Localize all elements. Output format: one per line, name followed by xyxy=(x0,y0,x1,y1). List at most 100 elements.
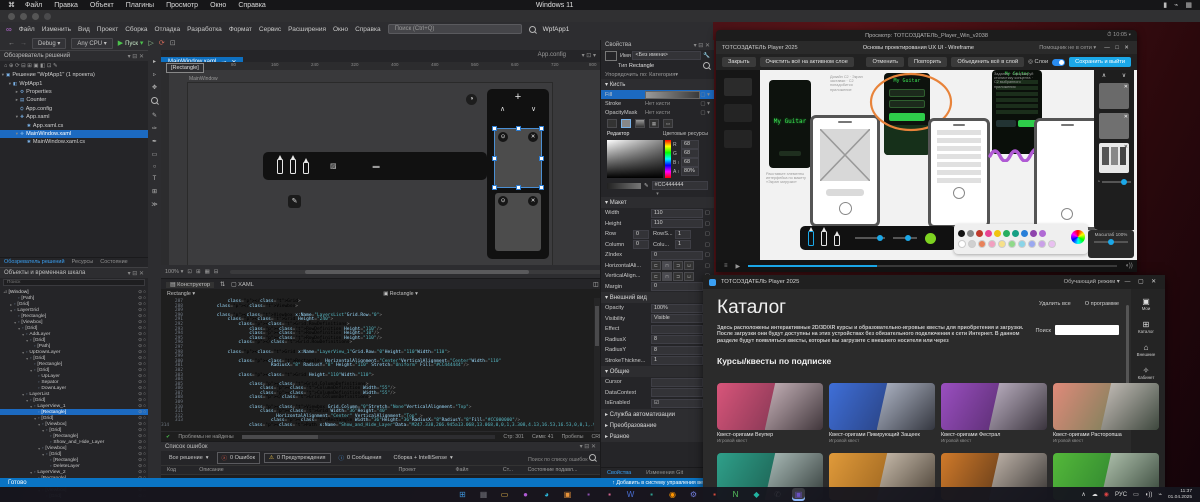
layout-verticalalign[interactable]: VerticalAlign...⊏⊓⊐⊔▢ xyxy=(601,271,714,282)
section-collapsed[interactable]: ▸ Служба автоматизации xyxy=(601,408,714,420)
taskbar-icon-phone[interactable]: ✆ xyxy=(771,488,784,501)
brush-tool-icon[interactable]: ✑ xyxy=(152,125,157,132)
eyedropper-icon[interactable]: ✎ xyxy=(644,183,649,189)
layers-toggle[interactable] xyxy=(1052,58,1066,66)
layout-height[interactable]: Height 110 ▢ xyxy=(601,219,714,230)
error-column-0[interactable]: Код xyxy=(167,467,199,473)
window-controls[interactable]: — □ ✕ xyxy=(1104,45,1131,51)
pen-tool-icon[interactable] xyxy=(808,226,814,246)
mode-dropdown[interactable]: Обучающий режим ▾ xyxy=(1064,279,1120,285)
solution-tree-item[interactable]: ▾ ◧ WpfApp1 xyxy=(0,79,148,87)
taskbar-icon-app-green[interactable]: N xyxy=(729,488,742,501)
vm-zoom-button[interactable] xyxy=(32,12,39,20)
taskbar-icon-player-active[interactable]: ▣ xyxy=(792,488,805,501)
rgba-g[interactable]: G 68 xyxy=(673,149,699,158)
course-card[interactable]: Квест-оригами Фестрал Игровой квест xyxy=(941,383,1047,443)
palette-color[interactable] xyxy=(968,240,976,248)
layer-visibility-icon[interactable]: ⊙ xyxy=(498,196,508,206)
sidebar-item-кабинет[interactable]: ✧ Кабинет xyxy=(1131,366,1161,380)
palette-color[interactable] xyxy=(1028,240,1036,248)
section-appearance[interactable]: ▾ Внешний вид xyxy=(601,292,714,303)
zoom-tool-icon[interactable] xyxy=(151,97,158,106)
live-preview-icon[interactable]: ⊡ xyxy=(170,39,176,47)
clear-layer-button[interactable]: Очистить всё на активном слое xyxy=(759,57,854,67)
network-icon[interactable]: ⌁ xyxy=(1158,491,1162,498)
vm-menu-Плагины[interactable]: Плагины xyxy=(126,2,154,9)
vm-menu-Справка[interactable]: Справка xyxy=(238,2,265,9)
taskbar-icon-office[interactable]: ▣ xyxy=(561,488,574,501)
layer-delete-icon[interactable]: ✕ xyxy=(528,132,538,142)
vs-menu[interactable]: Файл xyxy=(19,26,35,33)
vm-close-button[interactable] xyxy=(8,12,15,20)
vs-menu[interactable]: Разработка xyxy=(187,26,222,33)
vs-menu[interactable]: Вид xyxy=(78,26,90,33)
pages-sidebar[interactable] xyxy=(716,70,760,260)
text-tool-icon[interactable]: T xyxy=(153,176,157,182)
name-input[interactable]: <Без имени> xyxy=(632,51,702,60)
panel-buttons[interactable]: ▾ ⊟ ✕ xyxy=(580,443,596,450)
tab-properties[interactable]: Свойства xyxy=(607,470,631,476)
section-layout[interactable]: ▾ Макет xyxy=(601,197,714,208)
layer-card-1[interactable]: ⊙ ✕ xyxy=(492,126,544,190)
breadcrumb-element[interactable]: ▣ Rectangle ▾ xyxy=(383,291,417,297)
palette-color[interactable] xyxy=(978,240,986,248)
add-layer-button[interactable]: + xyxy=(487,89,549,105)
rgba-r[interactable]: R 68 xyxy=(673,140,699,149)
window-controls[interactable]: — ▢ ✕ xyxy=(1125,279,1159,285)
errors-filter-button[interactable]: ⓧ 0 Ошибок xyxy=(216,452,261,464)
opacity-slider[interactable] xyxy=(893,235,917,241)
common-cursor[interactable]: Cursor▢ xyxy=(601,377,714,388)
language-indicator[interactable]: РУС xyxy=(1115,492,1127,498)
tab-design[interactable]: ▤ Конструктор xyxy=(166,281,215,288)
scope-dropdown[interactable]: Все решение ▾ xyxy=(165,454,213,462)
catalog-search-input[interactable] xyxy=(1055,325,1119,335)
taskbar-icon-app-red[interactable]: ▪ xyxy=(708,488,721,501)
delete-all-link[interactable]: Удалить все xyxy=(1039,297,1071,307)
ellipse-tool-icon[interactable]: ○ xyxy=(153,164,157,170)
pan-tool-icon[interactable]: ✥ xyxy=(152,84,157,91)
taskbar-icon-app-cyan[interactable]: ◆ xyxy=(750,488,763,501)
solution-tree-item[interactable]: ▾ ▣ Решение "WpfApp1" (1 проекта) xyxy=(0,71,148,79)
palette-color[interactable] xyxy=(1038,240,1046,248)
taskbar-icon-app-teal[interactable]: ▪ xyxy=(645,488,658,501)
rgba-b[interactable]: B 68 xyxy=(673,158,699,167)
navigate-forward-icon[interactable]: → xyxy=(20,40,27,47)
taskbar-icon-word[interactable]: W xyxy=(624,488,637,501)
edit-button[interactable]: ✎ xyxy=(288,195,301,208)
cast-icon[interactable]: ▭ xyxy=(1133,491,1139,498)
sort-row[interactable]: Упорядочить по: Категория ▾ xyxy=(601,70,714,79)
error-column-2[interactable]: Проект xyxy=(399,467,456,473)
color-wheel-icon[interactable] xyxy=(1071,230,1085,244)
appearance-visibility[interactable]: VisibilityVisible▢ xyxy=(601,314,714,325)
vs-menu[interactable]: Проект xyxy=(97,26,118,33)
course-card[interactable]: Квест-оригами Веупер Игровой квест xyxy=(717,383,823,443)
marker-tool-icon[interactable] xyxy=(290,154,296,174)
common-isenabled[interactable]: IsEnabled☑▢ xyxy=(601,398,714,409)
vm-menu-Просмотр[interactable]: Просмотр xyxy=(166,2,198,9)
tab-app-config[interactable]: App.config xyxy=(538,52,566,58)
breadcrumb-left[interactable]: Rectangle ▾ xyxy=(167,291,195,297)
drawing-toolbar[interactable]: ▨ ▬ xyxy=(263,152,487,180)
layer-order-buttons[interactable]: ∧ ∨ xyxy=(487,105,549,113)
rgba-a[interactable]: A 80% xyxy=(673,167,699,176)
solution-tree-item[interactable]: ✱ MainWindow.xaml.cs xyxy=(0,138,148,146)
sidebar-item-мои[interactable]: ▣ Мои xyxy=(1131,297,1161,311)
slider-icon[interactable]: ▬ xyxy=(373,163,380,170)
taskbar-icon-explorer[interactable]: ▭ xyxy=(498,488,511,501)
sidebar-item-внешние[interactable]: ⌂ Внешние xyxy=(1131,343,1161,357)
appearance-effect[interactable]: Effect▢ xyxy=(601,324,714,335)
error-column-1[interactable]: Описание xyxy=(199,467,398,473)
assistant-dropdown[interactable]: Помощник не в сети ▾ xyxy=(1039,45,1096,51)
layout-horizontalali[interactable]: HorizontalAli... ⊏ ⊓ ⊐ ⊔ ▢ xyxy=(601,261,714,272)
taskbar-icon-app-purple-round[interactable]: ● xyxy=(519,488,532,501)
build-filter-dropdown[interactable]: Сборка + IntelliSense ▾ xyxy=(389,454,456,462)
save-exit-button[interactable]: Сохранить и выйти xyxy=(1069,57,1131,67)
taskbar-icon-firefox[interactable]: ◉ xyxy=(666,488,679,501)
hue-strip[interactable] xyxy=(665,140,671,178)
grid-icon[interactable]: ⊞ xyxy=(196,269,201,275)
vm-menu-Окно[interactable]: Окно xyxy=(210,2,226,9)
vm-menu-Объект[interactable]: Объект xyxy=(90,2,114,9)
panel-buttons[interactable]: ▾ ⊟ ✕ xyxy=(694,42,710,49)
color-editor-tabs[interactable]: Редактор Цветовые ресурсы xyxy=(601,130,714,138)
tab-well-buttons[interactable]: ▾ ⊡ ▾ xyxy=(582,52,596,59)
